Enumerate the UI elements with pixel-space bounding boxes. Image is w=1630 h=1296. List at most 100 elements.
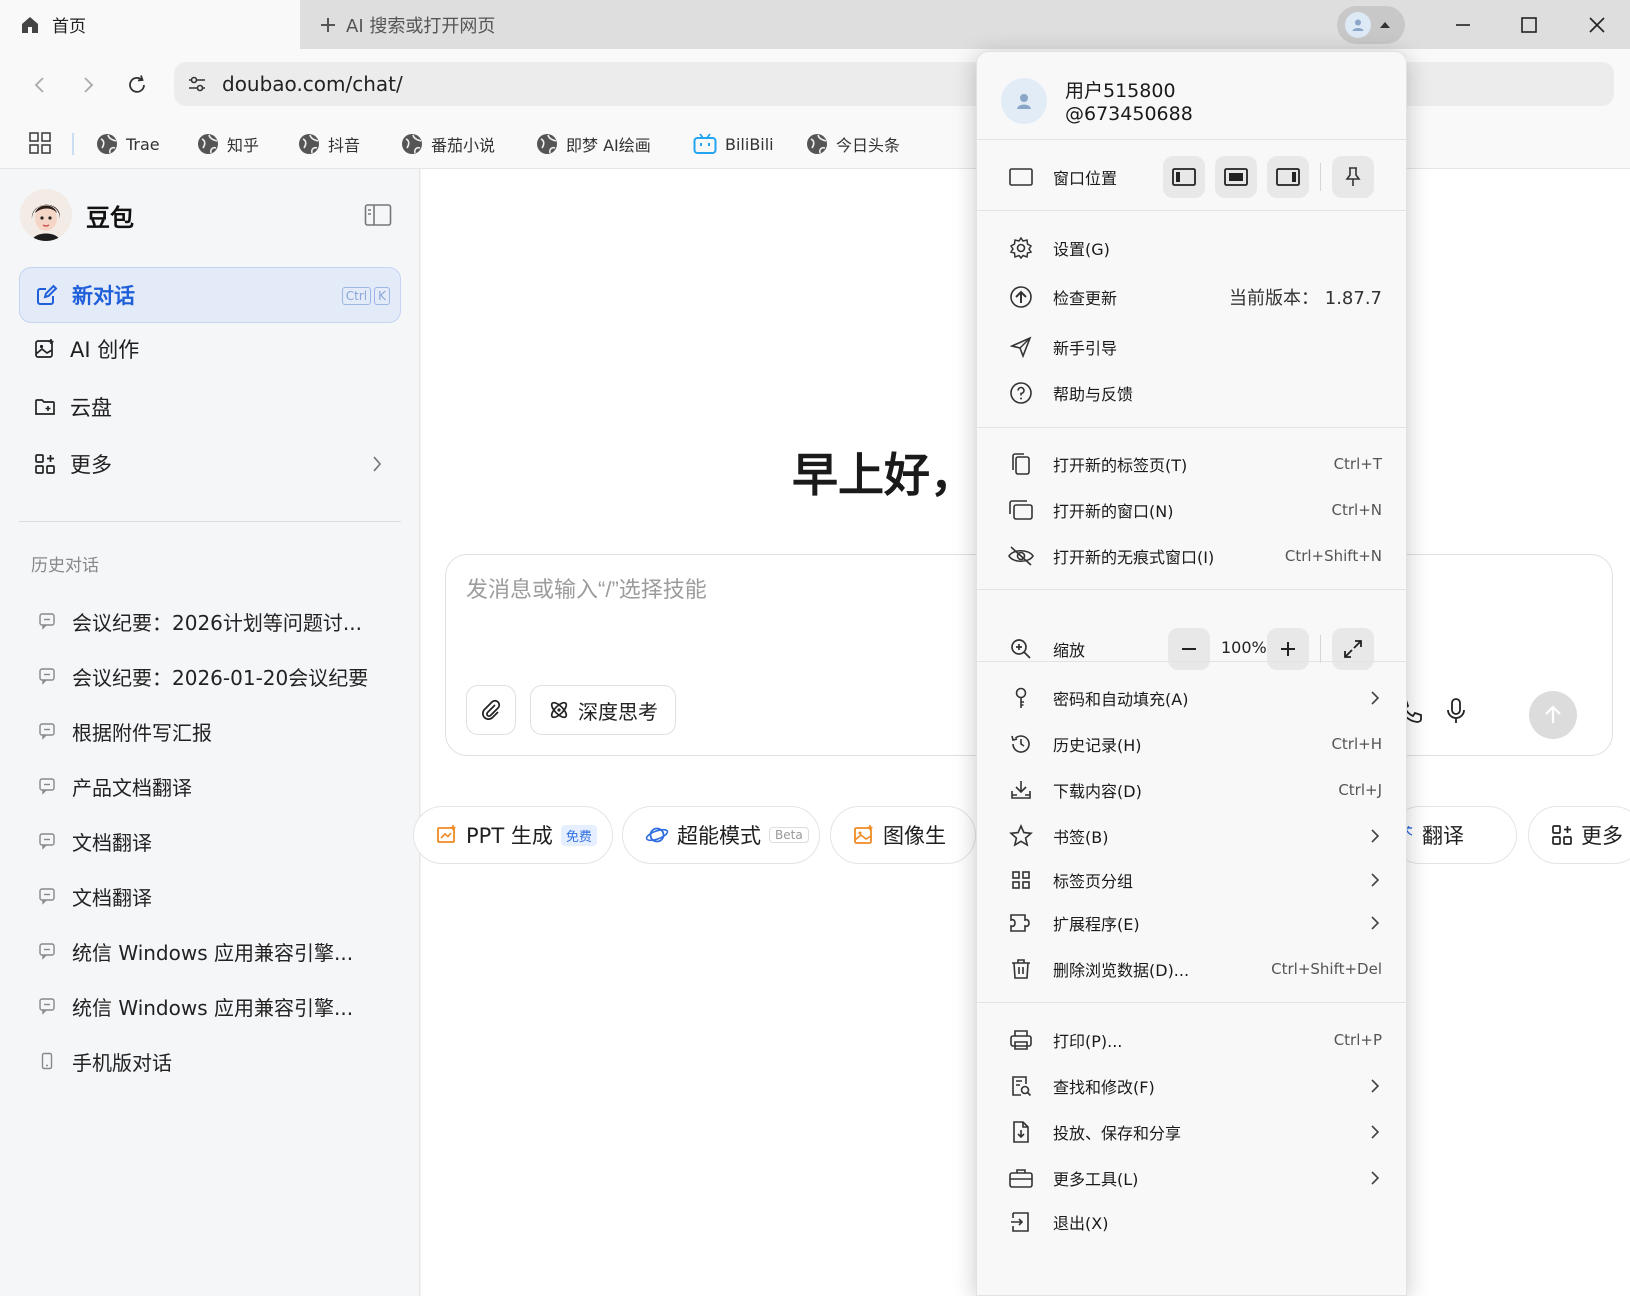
bookmark-bilibili[interactable]: BiliBili — [693, 129, 774, 159]
menu-label: 打开新的无痕式窗口(I) — [1053, 548, 1215, 567]
eye-off-icon — [1007, 542, 1035, 570]
reload-button[interactable] — [119, 67, 155, 103]
pin-window-button[interactable] — [1332, 156, 1374, 198]
bookmark-label: 抖音 — [328, 136, 361, 155]
menu-new-window[interactable]: 打开新的窗口(N) Ctrl+N — [1007, 492, 1382, 528]
history-label: 文档翻译 — [72, 885, 152, 910]
new-tab-button[interactable]: AI 搜索或打开网页 — [318, 0, 495, 49]
bookmark-zhihu[interactable]: 知乎 — [197, 129, 259, 159]
history-item[interactable]: 产品文档翻译 — [38, 768, 398, 804]
chat-bubble-icon — [38, 942, 56, 960]
bookmark-fanqie[interactable]: 番茄小说 — [401, 129, 495, 159]
history-item[interactable]: 根据附件写汇报 — [38, 713, 398, 749]
maximize-button[interactable] — [1496, 0, 1562, 49]
dock-left-button[interactable] — [1163, 156, 1205, 198]
history-item[interactable]: 统信 Windows 应用兼容引擎... — [38, 933, 398, 969]
chevron-right-icon — [1370, 828, 1380, 844]
forward-button[interactable] — [70, 67, 106, 103]
menu-more-tools[interactable]: 更多工具(L) — [1007, 1160, 1382, 1196]
zoom-out-button[interactable] — [1168, 628, 1210, 670]
new-chat-button[interactable]: 新对话 Ctrl K — [19, 267, 401, 323]
skill-chip-more[interactable]: 更多 — [1528, 806, 1630, 864]
attach-button[interactable] — [466, 685, 516, 735]
menu-guide[interactable]: 新手引导 — [1007, 329, 1382, 365]
dock-right-button[interactable] — [1267, 156, 1309, 198]
zoom-in-button[interactable] — [1267, 628, 1309, 670]
tab-bar: 首页 AI 搜索或打开网页 — [0, 0, 1630, 49]
beta-badge: Beta — [769, 827, 809, 843]
back-button[interactable] — [22, 67, 58, 103]
menu-find[interactable]: 查找和修改(F) — [1007, 1068, 1382, 1104]
kbd-k: K — [374, 287, 390, 305]
history-item[interactable]: 会议纪要：2026计划等问题讨... — [38, 603, 398, 639]
gear-icon — [1007, 234, 1035, 262]
menu-clear-data[interactable]: 删除浏览数据(D)... Ctrl+Shift+Del — [1007, 951, 1382, 987]
grid-icon — [1007, 866, 1035, 894]
menu-label: 缩放 — [1053, 641, 1086, 660]
apps-grid-icon[interactable] — [28, 131, 52, 155]
menu-print[interactable]: 打印(P)... Ctrl+P — [1007, 1022, 1382, 1058]
skill-chip-image[interactable]: 图像生 — [830, 806, 976, 864]
menu-exit[interactable]: 退出(X) — [1007, 1204, 1382, 1240]
menu-check-update[interactable]: 检查更新 当前版本： 1.87.7 — [1007, 279, 1382, 315]
tab-home[interactable]: 首页 — [0, 0, 300, 49]
sidebar-collapse-icon[interactable] — [364, 203, 392, 227]
menu-incognito[interactable]: 打开新的无痕式窗口(I) Ctrl+Shift+N — [1007, 538, 1382, 574]
deep-think-button[interactable]: 深度思考 — [530, 685, 676, 735]
sidebar-item-more[interactable]: 更多 — [34, 444, 384, 484]
bookmark-toutiao[interactable]: 今日头条 — [806, 129, 900, 159]
menu-new-tab[interactable]: 打开新的标签页(T) Ctrl+T — [1007, 446, 1382, 482]
menu-settings[interactable]: 设置(G) — [1007, 230, 1382, 266]
bookmark-jimeng[interactable]: 即梦 AI绘画 — [536, 129, 651, 159]
url-text: doubao.com/chat/ — [222, 72, 403, 96]
menu-label: 下载内容(D) — [1053, 782, 1142, 801]
image-edit-icon — [34, 338, 56, 360]
menu-history[interactable]: 历史记录(H) Ctrl+H — [1007, 726, 1382, 762]
brand[interactable]: 豆包 — [20, 189, 134, 241]
chat-bubble-icon — [38, 612, 56, 630]
dock-center-button[interactable] — [1215, 156, 1257, 198]
menu-help[interactable]: 帮助与反馈 — [1007, 375, 1382, 411]
history-item[interactable]: 文档翻译 — [38, 878, 398, 914]
menu-user-header[interactable]: 用户515800 @673450688 — [1001, 76, 1193, 125]
menu-divider — [977, 589, 1406, 590]
history-item[interactable]: 文档翻译 — [38, 823, 398, 859]
menu-label: 书签(B) — [1053, 828, 1109, 847]
menu-extensions[interactable]: 扩展程序(E) — [1007, 905, 1382, 941]
sidebar-item-cloud-drive[interactable]: 云盘 — [34, 387, 384, 427]
skill-chip-translate[interactable]: 翻译 — [1391, 806, 1517, 864]
send-button[interactable] — [1529, 691, 1577, 739]
site-settings-icon[interactable] — [186, 73, 208, 95]
skill-chip-super-mode[interactable]: 超能模式 Beta — [622, 806, 820, 864]
new-chat-label: 新对话 — [72, 284, 135, 308]
chevron-right-icon — [1370, 1078, 1380, 1094]
menu-passwords[interactable]: 密码和自动填充(A) — [1007, 680, 1382, 716]
profile-button[interactable] — [1337, 6, 1405, 44]
menu-tab-groups[interactable]: 标签页分组 — [1007, 862, 1382, 898]
globe-icon — [197, 133, 219, 155]
profile-menu: 用户515800 @673450688 窗口位置 设置(G) 检查更新 当前版本… — [976, 51, 1407, 1296]
bookmark-label: 今日头条 — [836, 136, 901, 155]
history-item[interactable]: 统信 Windows 应用兼容引擎... — [38, 988, 398, 1024]
menu-bookmarks[interactable]: 书签(B) — [1007, 818, 1382, 854]
fullscreen-button[interactable] — [1332, 628, 1374, 670]
menu-label: 扩展程序(E) — [1053, 915, 1140, 934]
bookmark-douyin[interactable]: 抖音 — [298, 129, 360, 159]
history-item[interactable]: 手机版对话 — [38, 1043, 398, 1079]
menu-cast-save-share[interactable]: 投放、保存和分享 — [1007, 1114, 1382, 1150]
bookmark-trae[interactable]: Trae — [96, 129, 160, 159]
history-item[interactable]: 会议纪要：2026-01-20会议纪要 — [38, 658, 398, 694]
minimize-button[interactable] — [1430, 0, 1496, 49]
microphone-icon[interactable] — [1442, 697, 1470, 725]
history-icon — [1007, 730, 1035, 758]
plus-icon — [318, 15, 338, 35]
deep-think-label: 深度思考 — [578, 699, 658, 724]
skill-chip-ppt[interactable]: PPT 生成 免费 — [413, 806, 613, 864]
sidebar-divider — [19, 521, 401, 522]
kbd-ctrl: Ctrl — [341, 287, 372, 305]
close-button[interactable] — [1564, 0, 1630, 49]
menu-downloads[interactable]: 下载内容(D) Ctrl+J — [1007, 772, 1382, 808]
history-label: 会议纪要：2026计划等问题讨... — [72, 610, 362, 635]
menu-label: 标签页分组 — [1053, 872, 1134, 891]
sidebar-item-ai-create[interactable]: AI 创作 — [34, 329, 384, 369]
